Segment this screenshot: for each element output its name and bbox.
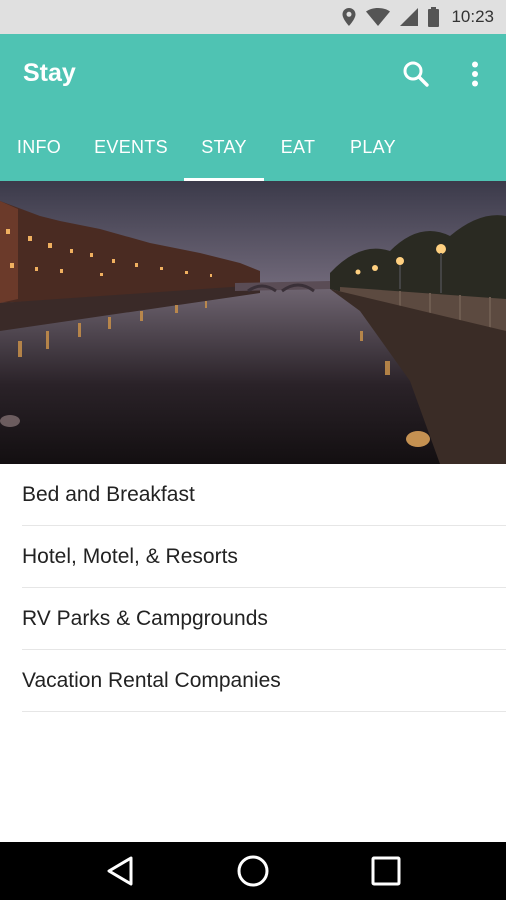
toolbar: Stay [0, 34, 506, 114]
recents-button[interactable] [366, 851, 406, 891]
location-icon [342, 8, 356, 26]
tab-info[interactable]: INFO [0, 114, 78, 181]
more-options-button[interactable] [457, 56, 493, 92]
tab-eat[interactable]: EAT [264, 114, 332, 181]
list-item-bed-and-breakfast[interactable]: Bed and Breakfast [0, 464, 506, 526]
tab-events[interactable]: EVENTS [78, 114, 184, 181]
list-item-vacation-rental-companies[interactable]: Vacation Rental Companies [0, 650, 506, 712]
home-button[interactable] [233, 851, 273, 891]
search-icon [403, 61, 429, 87]
waterfront-photo [0, 181, 506, 464]
battery-icon [428, 7, 440, 27]
tab-stay[interactable]: STAY [184, 114, 264, 181]
hero-image [0, 181, 506, 464]
app-screen: 10:23 Stay INFO EVENTS STAY EAT PLAY Bed… [0, 0, 506, 900]
list-item-hotel-motel-resorts[interactable]: Hotel, Motel, & Resorts [0, 526, 506, 588]
signal-icon [400, 8, 419, 26]
back-button[interactable] [100, 851, 140, 891]
page-title: Stay [23, 59, 76, 87]
system-nav-bar [0, 842, 506, 900]
home-icon [237, 855, 269, 887]
app-bar: Stay INFO EVENTS STAY EAT PLAY [0, 34, 506, 181]
stay-category-list: Bed and Breakfast Hotel, Motel, & Resort… [0, 464, 506, 712]
list-item-rv-parks-campgrounds[interactable]: RV Parks & Campgrounds [0, 588, 506, 650]
back-icon [107, 856, 133, 886]
status-bar: 10:23 [0, 0, 506, 34]
tab-bar: INFO EVENTS STAY EAT PLAY [0, 114, 506, 181]
tab-play[interactable]: PLAY [332, 114, 414, 181]
status-time: 10:23 [451, 7, 494, 26]
wifi-icon [366, 8, 391, 26]
recents-icon [371, 856, 401, 886]
more-vert-icon [472, 61, 478, 87]
search-button[interactable] [398, 56, 434, 92]
